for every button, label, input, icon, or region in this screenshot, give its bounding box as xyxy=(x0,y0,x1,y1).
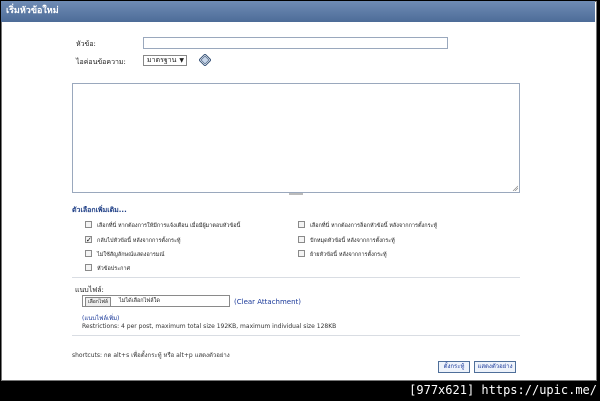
browse-button[interactable]: เลือกไฟล์ xyxy=(85,297,111,307)
option-label-notify: เลือกที่นี่ หากต้องการให้มีการแจ้งเตือน … xyxy=(97,223,241,229)
option-label-move: ย้ายหัวข้อนี้ หลังจากการตั้งกระทู้ xyxy=(310,252,387,258)
option-label-return: กลับไปหัวข้อนี้ หลังจากการตั้งกระทู้ xyxy=(97,238,181,244)
file-input[interactable]: เลือกไฟล์ ไม่ได้เลือกไฟล์ใด xyxy=(82,295,230,307)
message-icon-select-value: มาตรฐาน xyxy=(147,56,177,64)
preview-button[interactable]: แสดงตัวอย่าง xyxy=(474,361,516,373)
message-textarea[interactable] xyxy=(72,83,520,193)
subject-input[interactable] xyxy=(143,37,448,49)
chevron-down-icon: ▼ xyxy=(179,57,184,64)
message-icon-select[interactable]: มาตรฐาน ▼ xyxy=(143,55,187,66)
attachment-restrictions: Restrictions: 4 per post, maximum total … xyxy=(82,323,337,330)
watermark: [977x621] https://upic.me/ xyxy=(409,383,597,397)
resize-grip-icon[interactable] xyxy=(512,185,518,191)
option-checkbox-announcement[interactable] xyxy=(85,264,92,271)
option-label-sticky: ปักหมุดหัวข้อนี้ หลังจากการตั้งกระทู้ xyxy=(310,238,395,244)
option-checkbox-no-smileys[interactable] xyxy=(85,250,92,257)
option-checkbox-lock[interactable] xyxy=(298,221,305,228)
option-checkbox-return[interactable]: ✓ xyxy=(85,236,92,244)
option-label-no-smileys: ไม่ใช้สัญลักษณ์แสดงอารมณ์ xyxy=(97,252,165,258)
option-label-announcement: หัวข้อประกาศ xyxy=(97,266,131,272)
window-title: เริ่มหัวข้อใหม่ xyxy=(1,1,595,22)
additional-options-title: ตัวเลือกเพิ่มเติม... xyxy=(72,206,127,214)
option-checkbox-sticky[interactable] xyxy=(298,236,305,243)
shortcuts-text: shortcuts: กด alt+s เพื่อตั้งกระทู้ หรือ… xyxy=(72,352,230,359)
more-attachments-link[interactable]: (แนบไฟล์เพิ่ม) xyxy=(82,313,119,323)
textarea-resize-handle[interactable] xyxy=(289,193,303,195)
message-icon-preview-icon[interactable] xyxy=(199,54,211,66)
option-label-lock: เลือกที่นี่ หากต้องการล็อกหัวข้อนี้ หลัง… xyxy=(310,223,438,229)
options-divider xyxy=(72,277,520,278)
file-status-text: ไม่ได้เลือกไฟล์ใด xyxy=(119,298,160,304)
message-icon-label: ไอค่อนข้อความ: xyxy=(76,58,126,66)
attachment-divider xyxy=(72,335,520,336)
subject-label: หัวข้อ: xyxy=(76,40,96,48)
option-checkbox-notify[interactable] xyxy=(85,221,92,228)
clear-attachment-link[interactable]: (Clear Attachment) xyxy=(234,298,301,306)
option-checkbox-move[interactable] xyxy=(298,250,305,257)
submit-button[interactable]: ตั้งกระทู้ xyxy=(438,361,470,373)
